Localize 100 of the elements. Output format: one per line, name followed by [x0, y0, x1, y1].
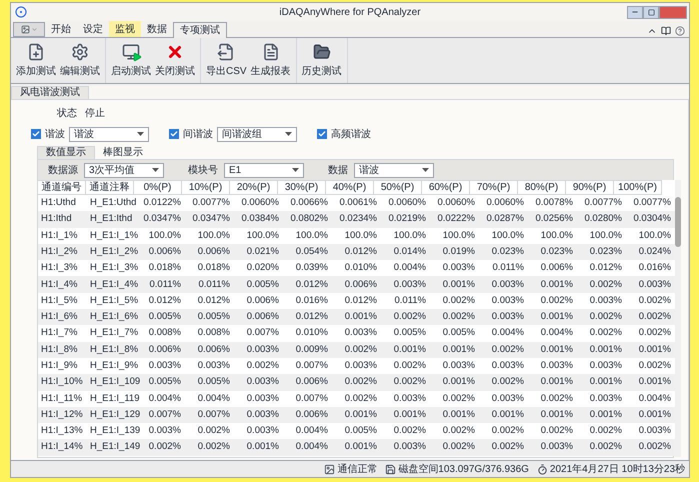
table-cell-text: 0.003%: [540, 440, 574, 454]
table-cell-text: 0.001%: [442, 342, 476, 357]
checkbox-label: 高频谐波: [331, 128, 371, 142]
table-cell-text: 0.001%: [588, 408, 623, 422]
table-cell-text: 0.002%: [588, 424, 623, 438]
table-cell-text: 0.005%: [442, 326, 476, 340]
table-cell-text: 0.0060%: [436, 196, 476, 210]
dropdown[interactable]: 3次平均值: [84, 162, 164, 178]
dropdown[interactable]: 间谐波组: [217, 126, 297, 142]
checkbox[interactable]: [31, 129, 41, 139]
table-cell-text: 0.0078%: [534, 196, 574, 210]
table-cell-text: H_E1:I_8%: [89, 342, 136, 357]
toolbar-button[interactable]: 历史测试: [300, 40, 344, 82]
table-cell-text: 100.0%: [442, 228, 476, 243]
toolbar-button[interactable]: 导出CSV: [204, 40, 249, 82]
toolbar-button[interactable]: 关闭测试: [153, 40, 197, 82]
ribbon-tab[interactable]: 数据: [141, 21, 173, 37]
table-cell-text: 0.003%: [246, 375, 280, 390]
table-cell-text: 0.003%: [196, 358, 231, 373]
table-cell-text: 0.002%: [588, 326, 623, 340]
table-cell-text: 0.001%: [392, 342, 427, 357]
table-cell-text: 0.010%: [294, 326, 329, 340]
image-icon: [324, 464, 336, 474]
dropdown[interactable]: E1: [224, 162, 304, 178]
ribbon-tab[interactable]: 监视: [109, 21, 141, 37]
status-label: 状态: [57, 106, 77, 120]
table-cell-text: 0.012%: [588, 261, 623, 276]
table-cell-text: 0.006%: [196, 342, 231, 357]
table-cell-text: 0.003%: [490, 294, 525, 308]
table-cell-text: 0.003%: [588, 294, 623, 308]
checkbox[interactable]: [317, 129, 327, 139]
table-cell-text: 0.0077%: [632, 196, 672, 210]
app-menu-button[interactable]: [13, 22, 45, 37]
ribbon-tab[interactable]: 专项测试: [173, 22, 227, 38]
table-cell-text: 0.002%: [196, 440, 231, 454]
table-cell-text: H_E1:Uthd: [89, 196, 136, 210]
toolbar-button[interactable]: 生成报表: [248, 40, 293, 82]
table-cell-text: 0.002%: [392, 358, 427, 373]
scrollbar[interactable]: [675, 180, 681, 457]
maximize-button[interactable]: [643, 6, 659, 18]
ribbon-tab[interactable]: 开始: [45, 21, 77, 37]
checkbox-label: 间谐波: [183, 128, 213, 142]
table-cell-text: 0.011%: [393, 294, 427, 308]
table-cell-text: H1:I_7%: [40, 326, 78, 340]
table-cell-text: H_E1:I_2%: [89, 244, 136, 259]
minimize-button[interactable]: [627, 6, 643, 18]
table-cell-text: H_E1:I_3%: [89, 261, 136, 276]
table-cell-text: H1:I_5%: [40, 294, 78, 308]
view-tab[interactable]: 棒图显示: [95, 146, 151, 159]
dropdown[interactable]: 谐波: [69, 126, 149, 142]
scrollbar-thumb[interactable]: [675, 197, 681, 247]
table-cell-text: 0.0222%: [436, 212, 476, 226]
dropdown-arrow-icon: [137, 132, 144, 136]
book-icon[interactable]: [661, 26, 671, 36]
column-header[interactable]: 100%(P): [613, 180, 662, 195]
table-cell-text: 0.0061%: [338, 196, 378, 210]
table-cell-text: 0.0287%: [485, 212, 525, 226]
table-cell-text: 0.003%: [490, 358, 525, 373]
help-icon[interactable]: [675, 26, 685, 36]
status-text: 通信正常: [337, 462, 378, 476]
dropdown[interactable]: 谐波: [354, 162, 434, 178]
dropdown-arrow-icon: [152, 168, 159, 172]
toolbar-button[interactable]: 启动测试: [109, 40, 153, 82]
filter-label: 数据源: [48, 164, 78, 178]
toolbar-button[interactable]: 添加测试: [14, 40, 58, 82]
document-tab[interactable]: 风电谐波测试: [11, 86, 89, 99]
toolbar-button[interactable]: 编辑测试: [58, 40, 102, 82]
view-tab[interactable]: 数值显示: [37, 146, 95, 159]
table-cell-text: 0.001%: [344, 310, 378, 324]
table-cell-text: 100.0%: [148, 228, 182, 243]
close-button[interactable]: [659, 6, 687, 18]
table-cell-text: 0.001%: [588, 342, 623, 357]
maximize-icon: [648, 8, 654, 16]
ribbon-tab[interactable]: 设定: [77, 21, 109, 37]
table-cell-text: H1:I_6%: [40, 310, 78, 324]
table-cell-text: 0.002%: [344, 375, 378, 390]
table-cell-text: 0.005%: [148, 310, 182, 324]
checkbox[interactable]: [169, 129, 179, 139]
filter-label: 模块号: [188, 164, 218, 178]
table-cell-text: 0.0234%: [338, 212, 378, 226]
table-cell-text: 0.009%: [294, 342, 329, 357]
table-cell-text: H1:I_13%: [40, 424, 84, 438]
table-cell-text: 0.0077%: [583, 196, 623, 210]
table-cell-text: 0.007%: [294, 358, 329, 373]
table-cell-text: 0.023%: [490, 244, 525, 259]
table-cell-text: 0.003%: [392, 440, 427, 454]
status-value: 停止: [85, 106, 105, 120]
table-cell-text: 0.012%: [196, 294, 231, 308]
table-cell-text: H1:I_3%: [40, 261, 78, 276]
table-cell-text: 0.008%: [148, 326, 182, 340]
table-cell-text: 0.001%: [588, 375, 623, 390]
table-cell-text: 100.0%: [540, 228, 574, 243]
table-cell-text: 0.002%: [490, 440, 525, 454]
table-cell-text: 0.003%: [490, 310, 525, 324]
table-cell-text: 0.002%: [540, 392, 574, 406]
table-cell-text: 0.003%: [246, 424, 280, 438]
table-cell-text: 0.018%: [148, 261, 182, 276]
table-cell-text: 0.002%: [540, 424, 574, 438]
table-cell-text: 0.001%: [344, 440, 378, 454]
table-cell-text: 100.0%: [196, 228, 231, 243]
